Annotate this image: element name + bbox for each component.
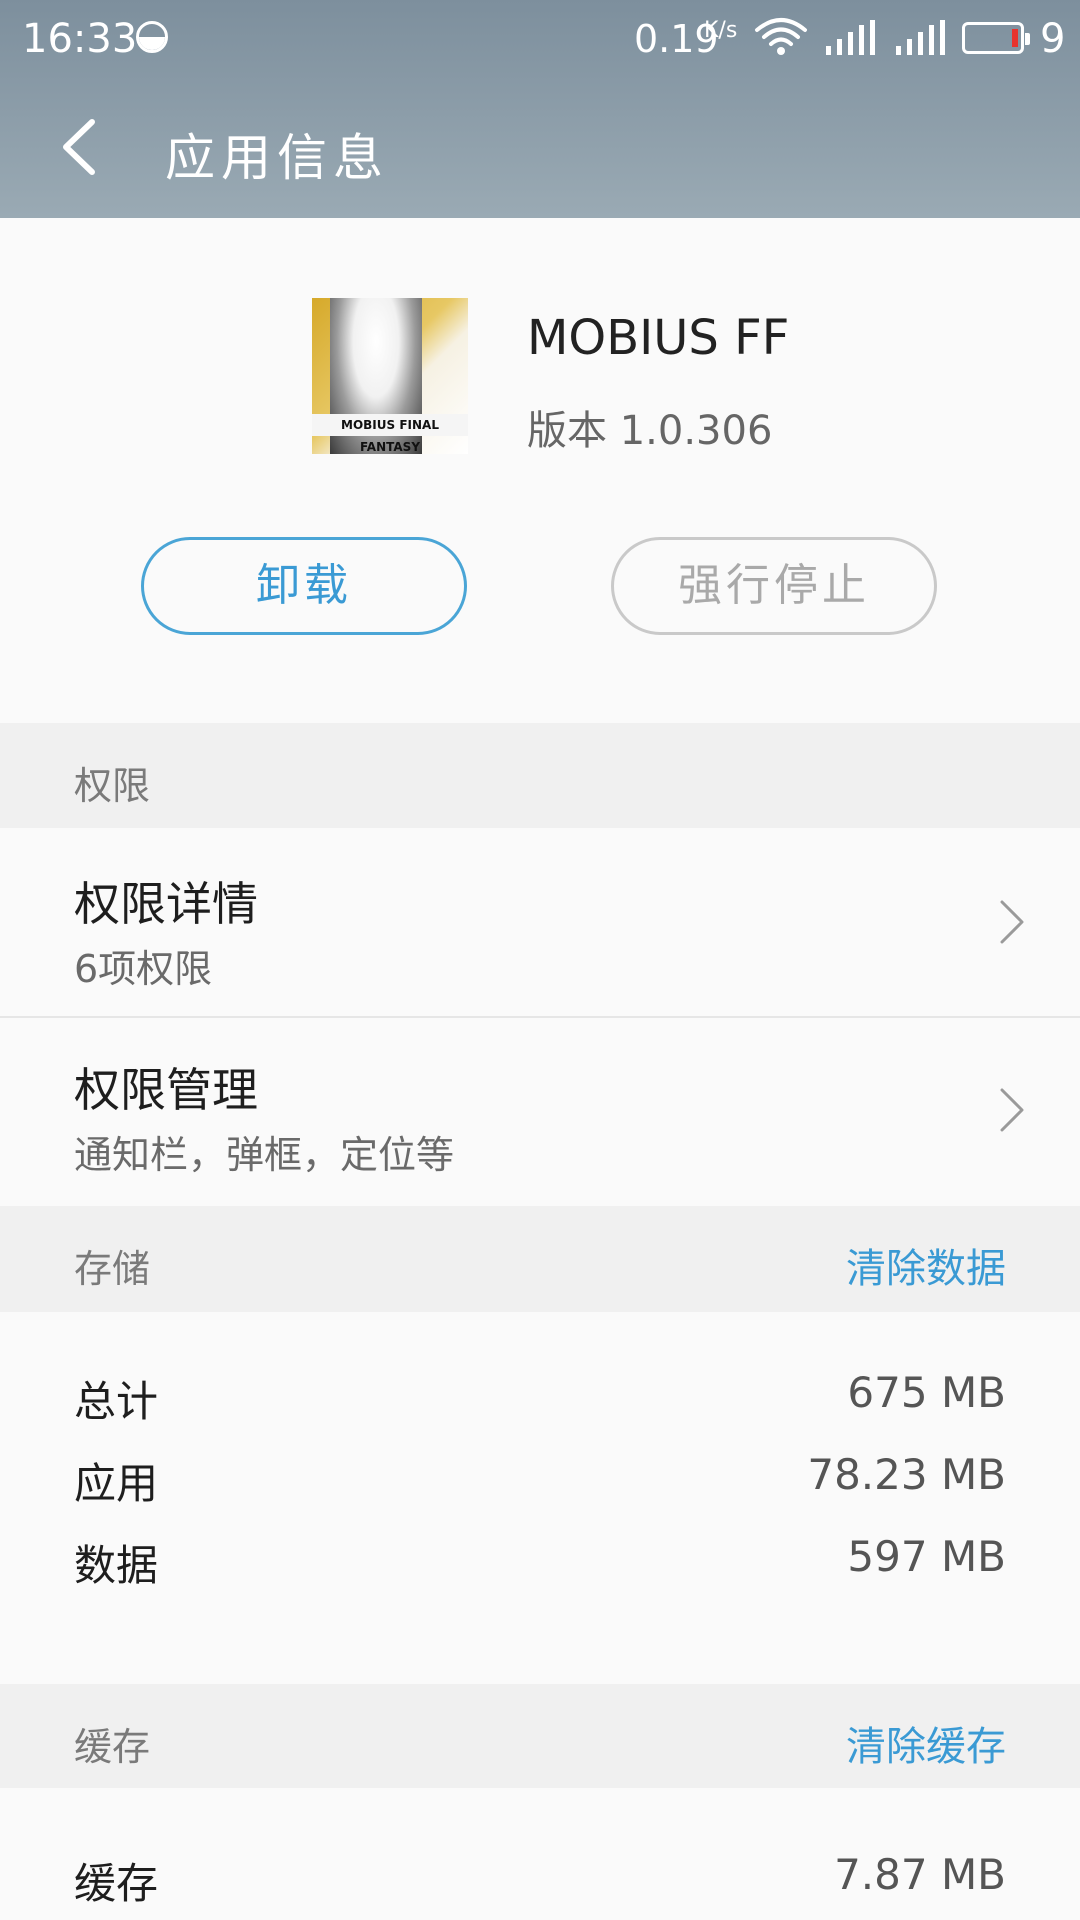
status-time: 16:33 bbox=[22, 16, 138, 62]
app-name: MOBIUS FF bbox=[527, 310, 790, 366]
permission-manage-row[interactable]: 权限管理 通知栏，弹框，定位等 bbox=[0, 1018, 1080, 1206]
cache-list: 缓存 7.87 MB bbox=[0, 1788, 1080, 1920]
storage-value-app: 78.23 MB bbox=[807, 1450, 1006, 1499]
battery-fill bbox=[1012, 29, 1018, 47]
battery-level: 9 bbox=[1040, 16, 1066, 62]
do-not-disturb-icon bbox=[136, 21, 168, 53]
section-title-cache: 缓存 bbox=[74, 1725, 151, 1769]
storage-value-total: 675 MB bbox=[847, 1368, 1006, 1417]
storage-list: 总计 675 MB 应用 78.23 MB 数据 597 MB bbox=[0, 1312, 1080, 1684]
status-bar: 16:33 0.19 K/s 9 bbox=[0, 0, 1080, 80]
storage-section-header: 存储 清除数据 bbox=[0, 1206, 1080, 1312]
network-speed-unit: K/s bbox=[704, 18, 738, 43]
permissions-section-header: 权限 bbox=[0, 723, 1080, 828]
clear-cache-button[interactable]: 清除缓存 bbox=[846, 1714, 1006, 1772]
permission-details-row[interactable]: 权限详情 6项权限 bbox=[0, 828, 1080, 1016]
storage-label-total: 总计 bbox=[74, 1377, 159, 1426]
cache-section-header: 缓存 清除缓存 bbox=[0, 1684, 1080, 1788]
wifi-icon bbox=[755, 18, 807, 55]
section-title-permissions: 权限 bbox=[74, 764, 151, 808]
force-stop-button[interactable]: 强行停止 bbox=[611, 537, 937, 635]
signal-icon-sim1 bbox=[826, 20, 875, 55]
permission-manage-subtitle: 通知栏，弹框，定位等 bbox=[74, 1133, 455, 1177]
uninstall-button[interactable]: 卸载 bbox=[141, 537, 467, 635]
app-icon-banner: MOBIUS FINAL FANTASY bbox=[312, 414, 468, 454]
permission-manage-title: 权限管理 bbox=[74, 1063, 258, 1117]
chevron-right-icon bbox=[1000, 1088, 1024, 1132]
permission-details-title: 权限详情 bbox=[74, 877, 258, 931]
signal-icon-sim2 bbox=[896, 20, 945, 55]
page-title: 应用信息 bbox=[165, 129, 389, 187]
storage-label-app: 应用 bbox=[74, 1459, 159, 1508]
app-icon: MOBIUS FINAL FANTASY bbox=[312, 298, 468, 454]
chevron-left-icon[interactable] bbox=[52, 112, 112, 182]
chevron-right-icon bbox=[1000, 900, 1024, 944]
app-header: 16:33 0.19 K/s 9 应用信息 bbox=[0, 0, 1080, 218]
app-version: 版本 1.0.306 bbox=[527, 408, 773, 454]
permission-details-subtitle: 6项权限 bbox=[74, 947, 213, 991]
cache-value: 7.87 MB bbox=[834, 1850, 1006, 1899]
clear-data-button[interactable]: 清除数据 bbox=[846, 1236, 1006, 1294]
cache-label: 缓存 bbox=[74, 1859, 159, 1908]
storage-label-data: 数据 bbox=[74, 1541, 159, 1590]
battery-icon bbox=[962, 22, 1030, 54]
section-title-storage: 存储 bbox=[74, 1247, 151, 1291]
storage-value-data: 597 MB bbox=[847, 1532, 1006, 1581]
